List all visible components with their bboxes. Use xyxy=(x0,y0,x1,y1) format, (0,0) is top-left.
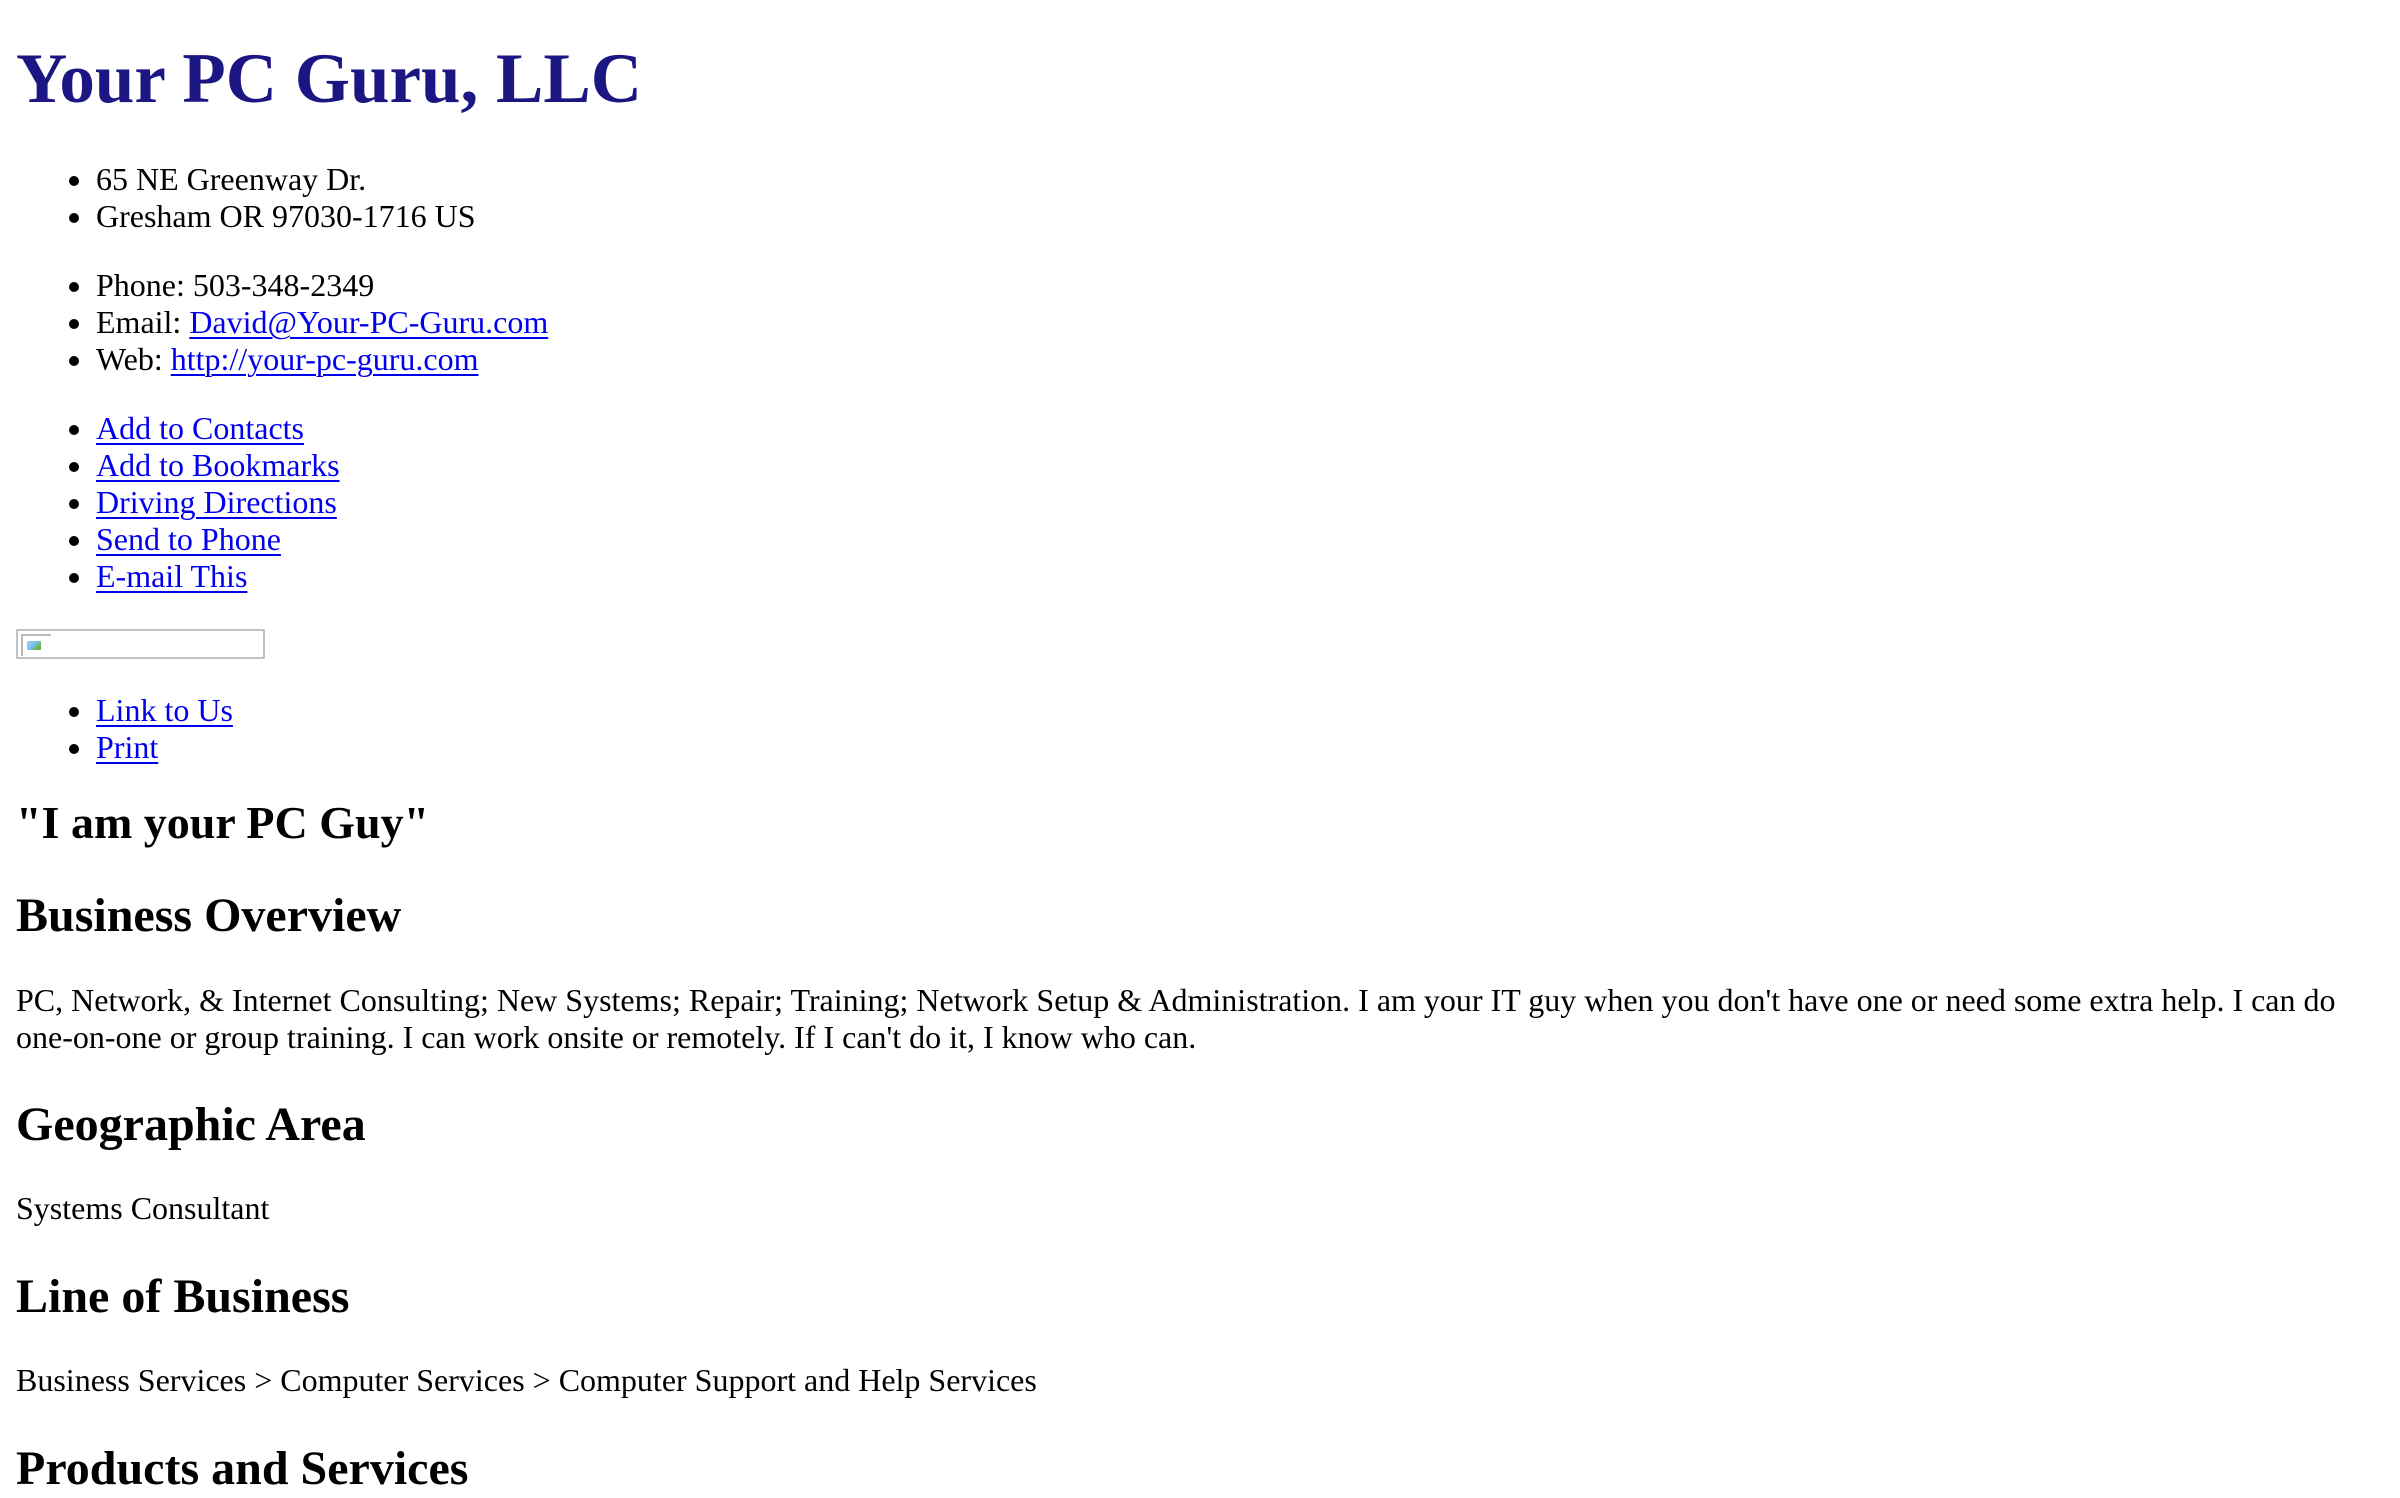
send-to-phone-link[interactable]: Send to Phone xyxy=(96,521,281,557)
geographic-area-heading: Geographic Area xyxy=(16,1098,366,1151)
line-of-business-heading: Line of Business xyxy=(16,1270,350,1323)
list-item: Link to Us xyxy=(16,692,233,729)
add-to-contacts-link[interactable]: Add to Contacts xyxy=(96,410,304,446)
business-overview-text: PC, Network, & Internet Consulting; New … xyxy=(16,982,2336,1055)
list-item: Send to Phone xyxy=(16,521,340,558)
add-to-bookmarks-link[interactable]: Add to Bookmarks xyxy=(96,447,340,483)
email-this-link[interactable]: E-mail This xyxy=(96,558,247,594)
broken-image-icon xyxy=(21,634,51,656)
link-to-us-link[interactable]: Link to Us xyxy=(96,692,233,728)
list-item: Add to Bookmarks xyxy=(16,447,340,484)
line-of-business-text: Business Services > Computer Services > … xyxy=(16,1362,1037,1398)
address-street: 65 NE Greenway Dr. xyxy=(16,161,476,198)
list-item: E-mail This xyxy=(16,558,340,595)
driving-directions-link[interactable]: Driving Directions xyxy=(96,484,337,520)
phone-label: Phone: xyxy=(96,267,193,303)
slogan-heading: "I am your PC Guy" xyxy=(16,797,430,848)
list-item: Add to Contacts xyxy=(16,410,340,447)
email-label: Email: xyxy=(96,304,190,340)
contact-web: Web: http://your-pc-guru.com xyxy=(16,341,548,378)
action-links: Add to Contacts Add to Bookmarks Driving… xyxy=(16,410,340,595)
contact-list: Phone: 503-348-2349 Email: David@Your-PC… xyxy=(16,267,548,378)
address-list: 65 NE Greenway Dr. Gresham OR 97030-1716… xyxy=(16,161,476,235)
phone-number: 503-348-2349 xyxy=(192,267,375,303)
broken-image-placeholder[interactable] xyxy=(16,629,265,659)
address-city: Gresham OR 97030-1716 US xyxy=(16,198,476,235)
company-title: Your PC Guru, LLC xyxy=(16,40,642,118)
list-item: Driving Directions xyxy=(16,484,340,521)
products-and-services-heading: Products and Services xyxy=(16,1442,469,1495)
extra-links: Link to Us Print xyxy=(16,692,233,766)
email-link[interactable]: David@Your-PC-Guru.com xyxy=(189,304,548,340)
geographic-area-text: Systems Consultant xyxy=(16,1190,270,1226)
list-item: Print xyxy=(16,729,233,766)
web-label: Web: xyxy=(96,341,171,377)
business-overview-heading: Business Overview xyxy=(16,889,402,942)
print-link[interactable]: Print xyxy=(96,729,158,765)
website-link[interactable]: http://your-pc-guru.com xyxy=(171,341,479,377)
contact-phone: Phone: 503-348-2349 xyxy=(16,267,548,304)
contact-email: Email: David@Your-PC-Guru.com xyxy=(16,304,548,341)
